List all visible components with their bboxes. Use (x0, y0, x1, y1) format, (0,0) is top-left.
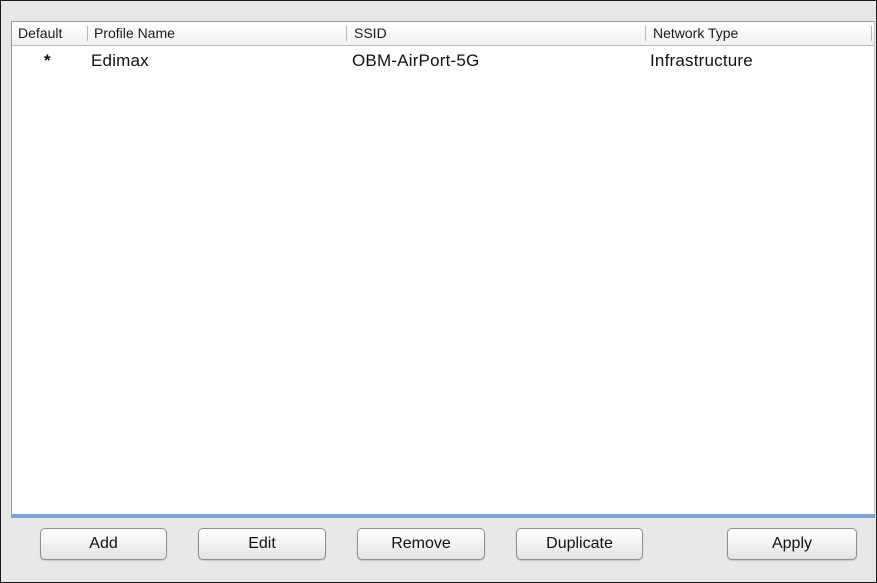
apply-button[interactable]: Apply (727, 528, 857, 560)
table-row[interactable]: * Edimax OBM-AirPort-5G Infrastructure (12, 48, 874, 74)
default-marker: * (44, 51, 51, 70)
column-header-ssid[interactable]: SSID (350, 22, 387, 45)
column-divider (871, 26, 872, 41)
add-button[interactable]: Add (40, 528, 167, 560)
column-divider (645, 26, 646, 41)
ssid-cell: OBM-AirPort-5G (352, 51, 480, 70)
table-focus-ring (11, 514, 875, 518)
profile-table[interactable]: Default Profile Name SSID Network Type *… (11, 21, 875, 516)
profile-name-cell: Edimax (91, 51, 149, 70)
table-header: Default Profile Name SSID Network Type (12, 22, 874, 46)
profile-window: Default Profile Name SSID Network Type *… (0, 0, 877, 583)
column-divider (346, 26, 347, 41)
column-header-default[interactable]: Default (14, 22, 62, 45)
edit-button[interactable]: Edit (198, 528, 326, 560)
duplicate-button[interactable]: Duplicate (516, 528, 643, 560)
column-header-network-type[interactable]: Network Type (649, 22, 738, 45)
network-type-cell: Infrastructure (650, 51, 753, 70)
remove-button[interactable]: Remove (357, 528, 485, 560)
column-divider (87, 26, 88, 41)
column-header-profile-name[interactable]: Profile Name (90, 22, 175, 45)
